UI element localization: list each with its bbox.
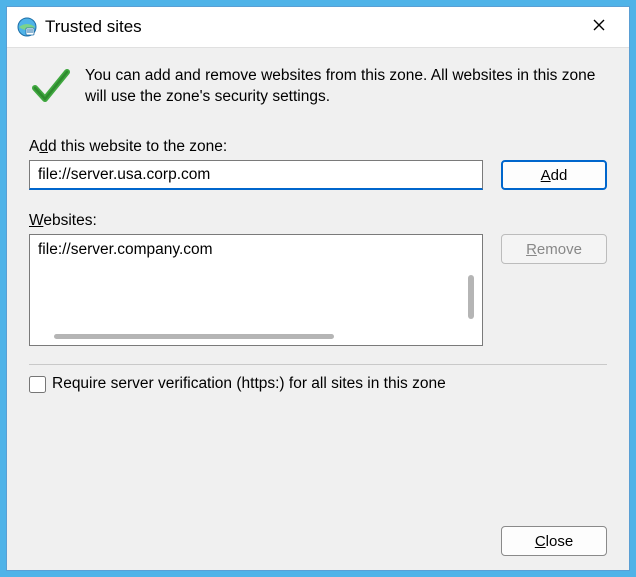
dialog-content: You can add and remove websites from thi… <box>7 48 629 570</box>
titlebar: Trusted sites <box>7 7 629 48</box>
websites-row: file://server.company.com Remove <box>29 234 607 346</box>
remove-button[interactable]: Remove <box>501 234 607 264</box>
add-button[interactable]: Add <box>501 160 607 190</box>
require-https-checkbox[interactable] <box>29 376 46 393</box>
add-website-input[interactable] <box>29 160 483 190</box>
require-https-label: Require server verification (https:) for… <box>52 375 446 393</box>
close-icon <box>593 18 605 36</box>
info-text: You can add and remove websites from thi… <box>85 66 607 108</box>
divider <box>29 364 607 365</box>
websites-label: Websites: <box>29 212 607 230</box>
scrollbar-horizontal-icon[interactable] <box>54 334 334 339</box>
titlebar-close-button[interactable] <box>579 13 619 41</box>
trusted-sites-dialog: Trusted sites You can add and remove web… <box>6 6 630 571</box>
scrollbar-vertical-icon[interactable] <box>468 275 474 319</box>
websites-listbox[interactable]: file://server.company.com <box>29 234 483 346</box>
footer: Close <box>29 496 607 556</box>
close-button[interactable]: Close <box>501 526 607 556</box>
checkmark-icon <box>29 66 71 108</box>
titlebar-title: Trusted sites <box>45 17 579 37</box>
add-website-row: Add <box>29 160 607 190</box>
add-website-label: Add this website to the zone: <box>29 138 607 156</box>
require-https-row[interactable]: Require server verification (https:) for… <box>29 375 607 393</box>
info-row: You can add and remove websites from thi… <box>29 66 607 108</box>
zone-globe-icon <box>17 17 37 37</box>
list-item[interactable]: file://server.company.com <box>36 239 476 261</box>
